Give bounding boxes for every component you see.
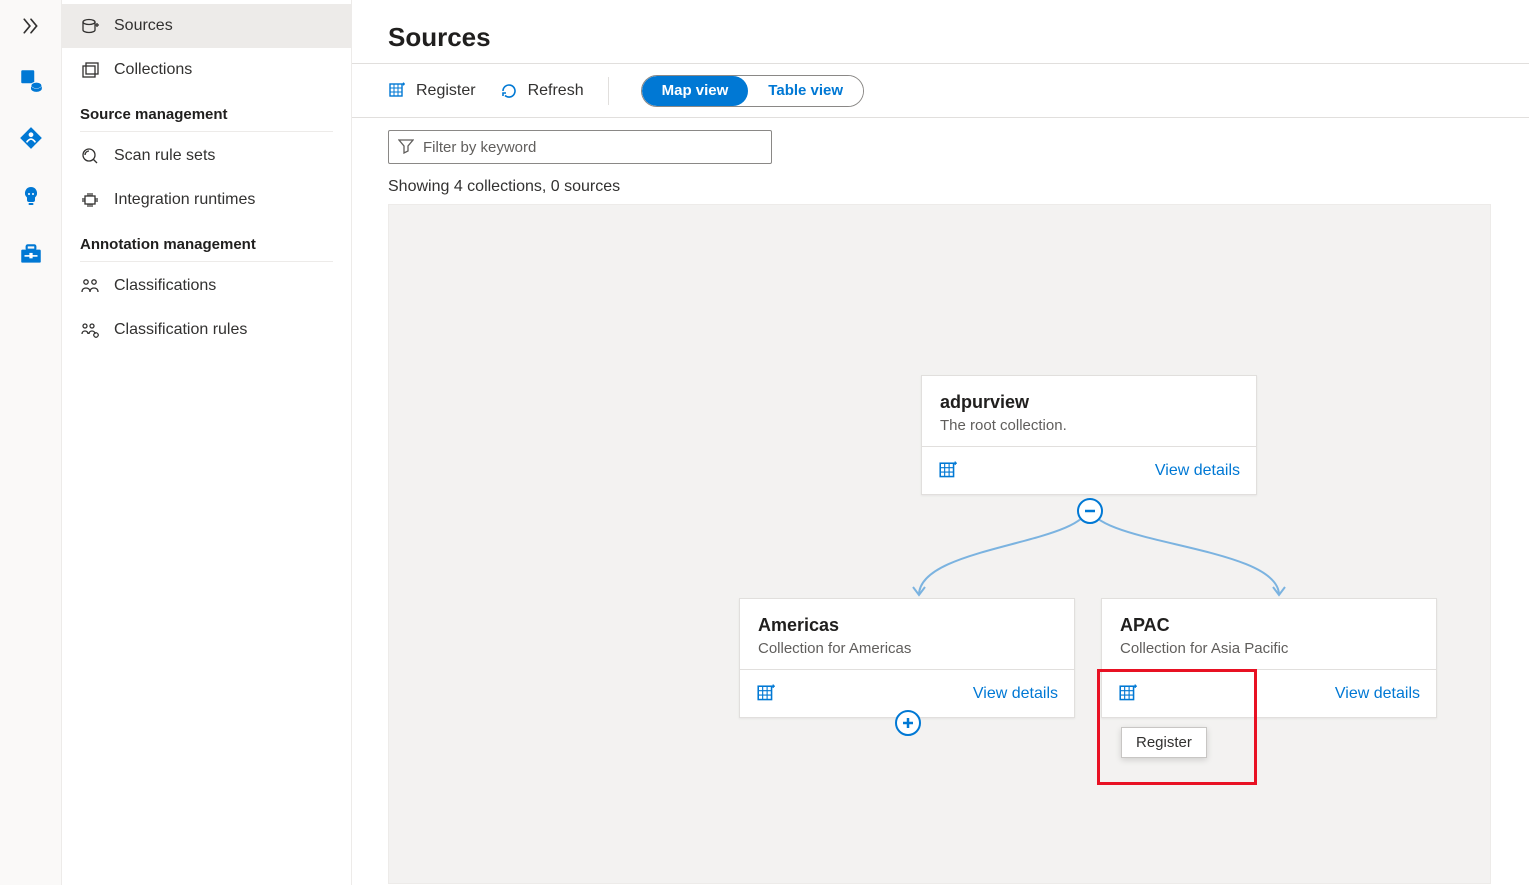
classifications-icon xyxy=(80,276,100,296)
nav-item-label: Classifications xyxy=(114,277,216,295)
view-details-link[interactable]: View details xyxy=(1155,462,1240,480)
card-register-icon[interactable] xyxy=(938,461,958,481)
rail-item-data-sources[interactable] xyxy=(15,64,47,96)
integration-runtimes-icon xyxy=(80,190,100,210)
card-register-icon[interactable] xyxy=(756,684,776,704)
card-title: adpurview xyxy=(940,392,1238,413)
expand-rail-button[interactable] xyxy=(0,14,61,38)
collections-icon xyxy=(80,60,100,80)
view-details-link[interactable]: View details xyxy=(973,685,1058,703)
expand-node[interactable] xyxy=(895,710,921,736)
card-subtitle: The root collection. xyxy=(940,417,1238,434)
card-register-icon[interactable] xyxy=(1118,684,1138,704)
nav-item-integration-runtimes[interactable]: Integration runtimes xyxy=(62,178,351,222)
connector-lines xyxy=(389,205,1491,884)
toolbar: Register Refresh Map view Table view xyxy=(352,64,1529,118)
nav-item-label: Collections xyxy=(114,61,192,79)
nav-item-label: Sources xyxy=(114,17,173,35)
status-line: Showing 4 collections, 0 sources xyxy=(352,164,1529,204)
plus-icon xyxy=(901,716,915,730)
chevron-double-right-icon xyxy=(22,17,40,35)
data-map-icon xyxy=(18,125,44,151)
refresh-button[interactable]: Refresh xyxy=(500,82,584,100)
nav-section-source-management: Source management xyxy=(62,92,351,131)
collection-card-apac[interactable]: APAC Collection for Asia Pacific View de… xyxy=(1101,598,1437,718)
nav-item-label: Scan rule sets xyxy=(114,147,215,165)
side-nav: Sources Collections Source management Sc… xyxy=(62,0,352,885)
collection-card-americas[interactable]: Americas Collection for Americas View de… xyxy=(739,598,1075,718)
nav-item-sources[interactable]: Sources xyxy=(62,4,351,48)
sources-icon xyxy=(80,16,100,36)
register-tooltip: Register xyxy=(1121,727,1207,758)
view-toggle: Map view Table view xyxy=(641,75,864,107)
rail-item-insights[interactable] xyxy=(15,180,47,212)
page-header: Sources xyxy=(352,0,1529,64)
data-sources-icon xyxy=(18,67,44,93)
nav-item-label: Classification rules xyxy=(114,321,247,339)
nav-item-scan-rule-sets[interactable]: Scan rule sets xyxy=(62,134,351,178)
refresh-icon xyxy=(500,82,518,100)
nav-item-label: Integration runtimes xyxy=(114,191,255,209)
card-subtitle: Collection for Asia Pacific xyxy=(1120,640,1418,657)
filter-wrap xyxy=(388,130,772,164)
filter-icon xyxy=(398,138,414,154)
nav-item-collections[interactable]: Collections xyxy=(62,48,351,92)
refresh-button-label: Refresh xyxy=(528,82,584,100)
scan-rule-sets-icon xyxy=(80,146,100,166)
toolbar-separator xyxy=(608,77,609,105)
lightbulb-icon xyxy=(19,184,43,208)
card-title: APAC xyxy=(1120,615,1418,636)
view-details-link[interactable]: View details xyxy=(1335,685,1420,703)
register-grid-icon xyxy=(388,82,406,100)
table-view-toggle[interactable]: Table view xyxy=(748,76,863,106)
toolbox-icon xyxy=(18,241,44,267)
rail-item-management[interactable] xyxy=(15,238,47,270)
rail-item-data-map[interactable] xyxy=(15,122,47,154)
map-view-label: Map view xyxy=(662,82,729,99)
register-button-label: Register xyxy=(416,82,476,100)
minus-icon xyxy=(1083,504,1097,518)
card-title: Americas xyxy=(758,615,1056,636)
page-title: Sources xyxy=(388,22,1493,53)
card-subtitle: Collection for Americas xyxy=(758,640,1056,657)
register-button[interactable]: Register xyxy=(388,82,476,100)
filter-input[interactable] xyxy=(388,130,772,164)
map-view-toggle[interactable]: Map view xyxy=(642,76,749,106)
main-content: Sources Register Refresh Map view xyxy=(352,0,1529,885)
nav-item-classifications[interactable]: Classifications xyxy=(62,264,351,308)
table-view-label: Table view xyxy=(768,82,843,99)
map-canvas[interactable]: adpurview The root collection. View deta… xyxy=(388,204,1491,884)
icon-rail xyxy=(0,0,62,885)
nav-section-annotation-management: Annotation management xyxy=(62,222,351,261)
nav-item-classification-rules[interactable]: Classification rules xyxy=(62,308,351,352)
classification-rules-icon xyxy=(80,320,100,340)
collection-card-root[interactable]: adpurview The root collection. View deta… xyxy=(921,375,1257,495)
collapse-node[interactable] xyxy=(1077,498,1103,524)
